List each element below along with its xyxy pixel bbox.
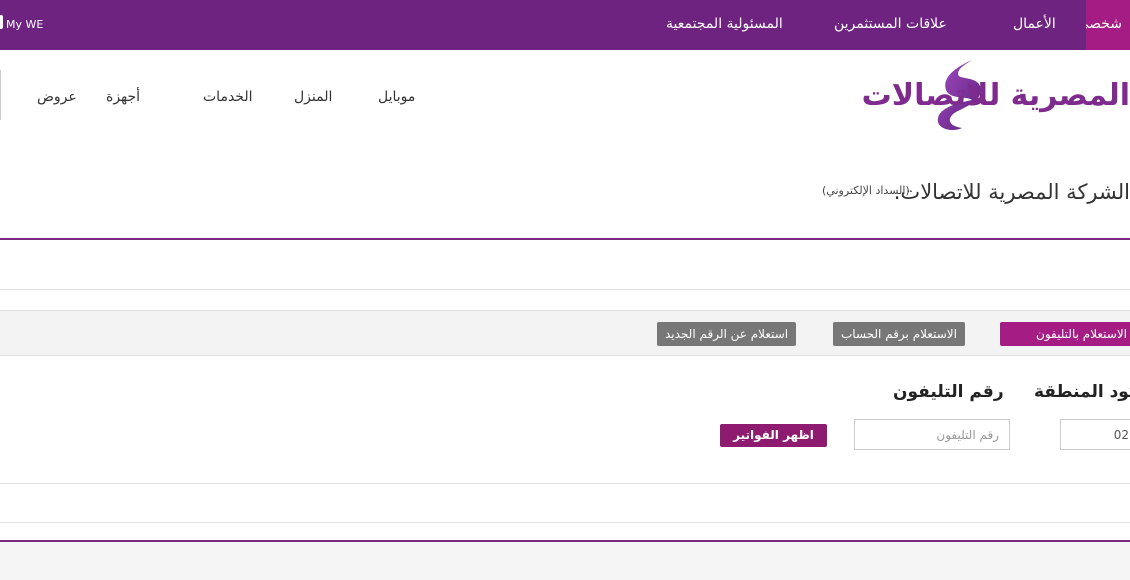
brand-logo-text[interactable]: المصرية للاتصالات xyxy=(862,78,1130,113)
footer-area xyxy=(0,542,1130,580)
page-subtitle: (السداد الإلكتروني) xyxy=(822,184,910,197)
left-divider xyxy=(0,70,1,120)
area-code-input[interactable] xyxy=(1060,419,1130,450)
show-bills-button[interactable]: اظهر الفواتير xyxy=(720,424,827,447)
my-we-icon xyxy=(0,15,3,29)
phone-label: رقم التليفون xyxy=(893,382,1004,402)
divider-top xyxy=(0,238,1130,240)
inquiry-tabs: استعلام عن الرقم الجديد الاستعلام برقم ا… xyxy=(0,310,1130,356)
tab-new-number[interactable]: استعلام عن الرقم الجديد xyxy=(657,322,797,346)
divider-lower xyxy=(0,522,1130,523)
mainnav-offers[interactable]: عروض xyxy=(37,89,77,105)
area-code-label: كود المنطقة xyxy=(1034,382,1130,402)
topnav-csr[interactable]: المسئولية المجتمعية xyxy=(666,16,783,32)
divider-light xyxy=(0,289,1130,290)
phone-number-input[interactable] xyxy=(854,419,1010,450)
topnav-personal-label: شخصي xyxy=(1086,16,1122,32)
mainnav-home[interactable]: المنزل xyxy=(294,89,332,105)
divider-form-bottom xyxy=(0,483,1130,484)
mainnav-devices[interactable]: أجهزة xyxy=(106,89,140,105)
topnav-business[interactable]: الأعمال xyxy=(1013,16,1056,32)
tab-by-account[interactable]: الاستعلام برقم الحساب xyxy=(833,322,965,346)
mainnav-services[interactable]: الخدمات xyxy=(203,89,253,105)
tab-by-phone[interactable]: الاستعلام بالتليفون xyxy=(1000,322,1130,346)
mainnav-mobile[interactable]: موبايل xyxy=(378,89,415,105)
top-bar: My WE المسئولية المجتمعية علاقات المستثم… xyxy=(0,0,1130,50)
topnav-personal-active[interactable]: شخصي xyxy=(1086,0,1130,50)
page-title: الشركة المصرية للاتصالات. xyxy=(893,180,1130,204)
my-we-link[interactable]: My WE xyxy=(6,18,43,31)
topnav-investor-relations[interactable]: علاقات المستثمرين xyxy=(834,16,947,32)
